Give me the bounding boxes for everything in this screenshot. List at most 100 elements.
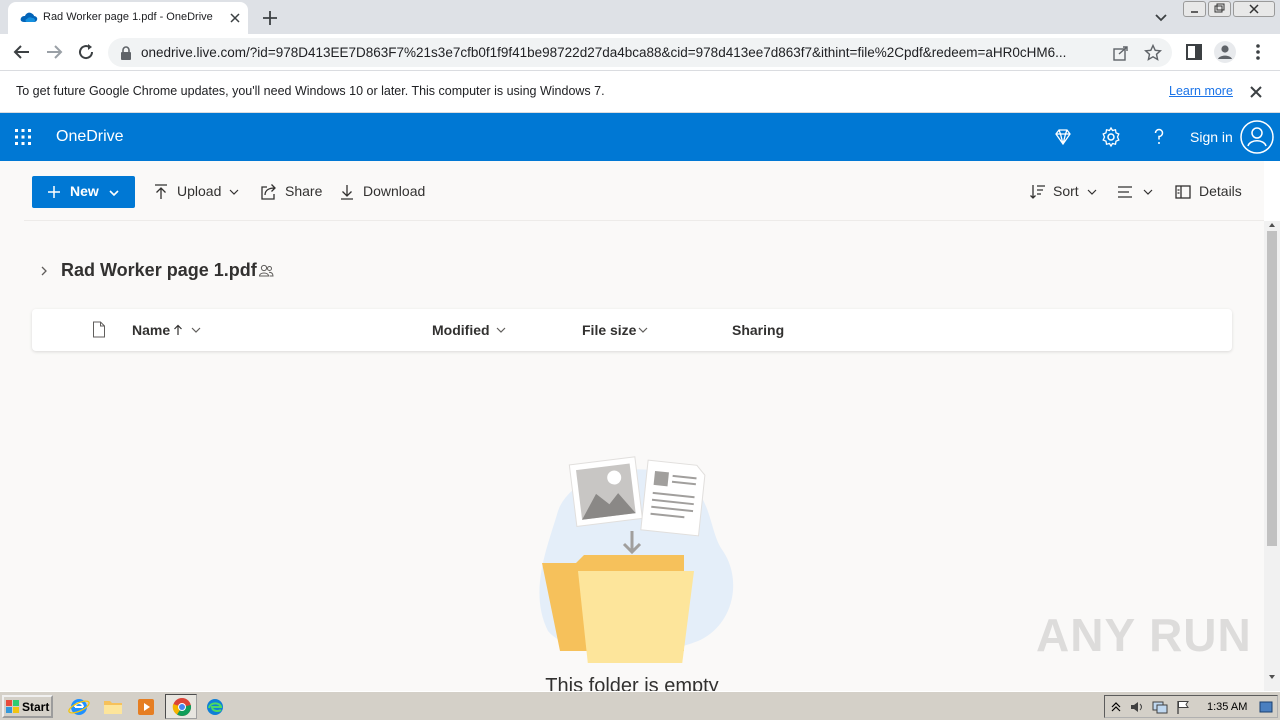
sort-button[interactable]: Sort (1029, 176, 1101, 208)
share-page-icon[interactable] (1112, 44, 1130, 62)
onedrive-cloud-icon (20, 12, 38, 22)
edge-icon[interactable] (202, 696, 228, 718)
command-bar: New Upload Share Download Sort Details (0, 161, 1264, 221)
browser-tab-strip: Rad Worker page 1.pdf - OneDrive (0, 0, 1280, 34)
windows-logo-icon (6, 700, 19, 713)
column-label-sharing: Sharing (732, 322, 785, 338)
close-window-icon (1249, 4, 1259, 14)
url-text[interactable]: onedrive.live.com/?id=978D413EE7D863F7%2… (141, 45, 1101, 60)
sort-label: Sort (1053, 183, 1079, 199)
chrome-menu-icon[interactable] (1246, 40, 1270, 64)
system-clock[interactable]: 1:35 AM (1207, 701, 1247, 713)
file-type-icon[interactable] (92, 321, 106, 338)
download-button[interactable]: Download (338, 176, 430, 208)
download-label: Download (363, 183, 426, 199)
chrome-taskbar-button[interactable] (165, 694, 197, 719)
new-button[interactable]: New (32, 176, 135, 208)
network-icon[interactable] (1151, 699, 1169, 715)
infobar-message: To get future Google Chrome updates, you… (16, 84, 605, 98)
account-avatar-icon[interactable] (1239, 119, 1275, 155)
restore-icon (1214, 3, 1225, 13)
start-button[interactable]: Start (2, 695, 53, 718)
column-header-sharing[interactable]: Sharing (732, 309, 802, 351)
lock-icon[interactable] (120, 46, 132, 60)
update-infobar: To get future Google Chrome updates, you… (0, 71, 1280, 113)
forward-arrow-icon[interactable] (42, 40, 66, 64)
column-header-modified[interactable]: Modified (432, 309, 522, 351)
scrollbar-thumb[interactable] (1267, 231, 1277, 546)
upload-button[interactable]: Upload (152, 176, 242, 208)
side-panel-icon[interactable] (1182, 40, 1206, 64)
chevron-down-icon (109, 190, 119, 197)
chrome-icon (172, 698, 192, 717)
learn-more-link[interactable]: Learn more (1169, 84, 1233, 98)
details-button[interactable]: Details (1174, 176, 1246, 208)
page-scrollbar[interactable] (1264, 221, 1280, 691)
list-view-icon (1118, 186, 1132, 198)
chevron-down-icon (1087, 189, 1097, 195)
close-tab-icon[interactable] (225, 8, 245, 28)
new-button-label: New (70, 183, 99, 199)
app-launcher-icon[interactable] (14, 128, 32, 146)
help-question-icon[interactable] (1147, 125, 1171, 149)
column-label-file-size: File size (582, 322, 637, 338)
file-explorer-icon[interactable] (100, 696, 126, 718)
show-hidden-icons-icon[interactable] (1111, 701, 1121, 713)
onedrive-brand[interactable]: OneDrive (56, 128, 124, 146)
system-tray: 1:35 AM (1104, 695, 1278, 718)
details-label: Details (1199, 183, 1242, 199)
download-arrow-icon (341, 185, 353, 200)
plus-icon (48, 186, 60, 198)
restore-button[interactable] (1208, 1, 1231, 17)
column-header-name[interactable]: Name (132, 309, 212, 351)
chevron-right-icon[interactable] (38, 265, 50, 277)
onedrive-header: OneDrive Sign in (0, 113, 1280, 161)
empty-folder-message: This folder is empty (545, 675, 719, 691)
column-label-modified: Modified (432, 322, 490, 338)
show-desktop-icon[interactable] (1259, 700, 1273, 714)
upload-arrow-icon (155, 184, 167, 199)
internet-explorer-icon[interactable] (66, 696, 92, 718)
share-label: Share (285, 183, 323, 199)
file-list-header: Name Modified File size Sharing (32, 309, 1232, 351)
share-button[interactable]: Share (260, 176, 324, 208)
browser-tab[interactable]: Rad Worker page 1.pdf - OneDrive (8, 2, 248, 34)
upload-label: Upload (177, 183, 222, 199)
page-title: Rad Worker page 1.pdf (61, 260, 257, 280)
chevron-down-icon (638, 327, 648, 333)
minimize-button[interactable] (1183, 1, 1206, 17)
scroll-up-arrow-icon[interactable] (1268, 221, 1276, 229)
chevron-down-icon (496, 327, 506, 333)
profile-avatar-icon[interactable] (1213, 40, 1237, 64)
column-header-file-size[interactable]: File size (582, 309, 662, 351)
sort-icon (1030, 185, 1045, 199)
back-arrow-icon[interactable] (10, 40, 34, 64)
scroll-down-arrow-icon[interactable] (1268, 673, 1276, 681)
shared-people-icon (258, 264, 274, 277)
reload-icon[interactable] (74, 40, 98, 64)
close-window-button[interactable] (1233, 1, 1275, 17)
volume-speaker-icon[interactable] (1129, 699, 1145, 715)
settings-gear-icon[interactable] (1099, 125, 1123, 149)
browser-toolbar: onedrive.live.com/?id=978D413EE7D863F7%2… (0, 34, 1280, 71)
minimize-icon (1191, 11, 1198, 13)
address-bar[interactable]: onedrive.live.com/?id=978D413EE7D863F7%2… (108, 38, 1172, 67)
sort-ascending-arrow-icon (174, 324, 182, 335)
premium-diamond-icon[interactable] (1051, 125, 1075, 149)
start-label: Start (22, 700, 50, 714)
empty-folder-illustration (539, 456, 734, 663)
new-tab-icon[interactable] (258, 6, 282, 30)
column-label-name: Name (132, 322, 171, 338)
windows-taskbar: Start 1:35 AM (0, 691, 1280, 720)
view-options-button[interactable] (1116, 176, 1156, 208)
close-infobar-icon[interactable] (1247, 83, 1265, 101)
media-player-icon[interactable] (133, 696, 159, 718)
chevron-down-icon (191, 327, 201, 333)
tab-title: Rad Worker page 1.pdf - OneDrive (43, 11, 213, 23)
tab-search-chevron-icon[interactable] (1150, 6, 1172, 28)
details-pane-icon (1175, 185, 1191, 199)
anyrun-watermark: ANY RUN (1036, 609, 1252, 661)
action-center-flag-icon[interactable] (1175, 699, 1191, 715)
sign-in-link[interactable]: Sign in (1190, 129, 1233, 145)
bookmark-star-icon[interactable] (1144, 44, 1162, 62)
